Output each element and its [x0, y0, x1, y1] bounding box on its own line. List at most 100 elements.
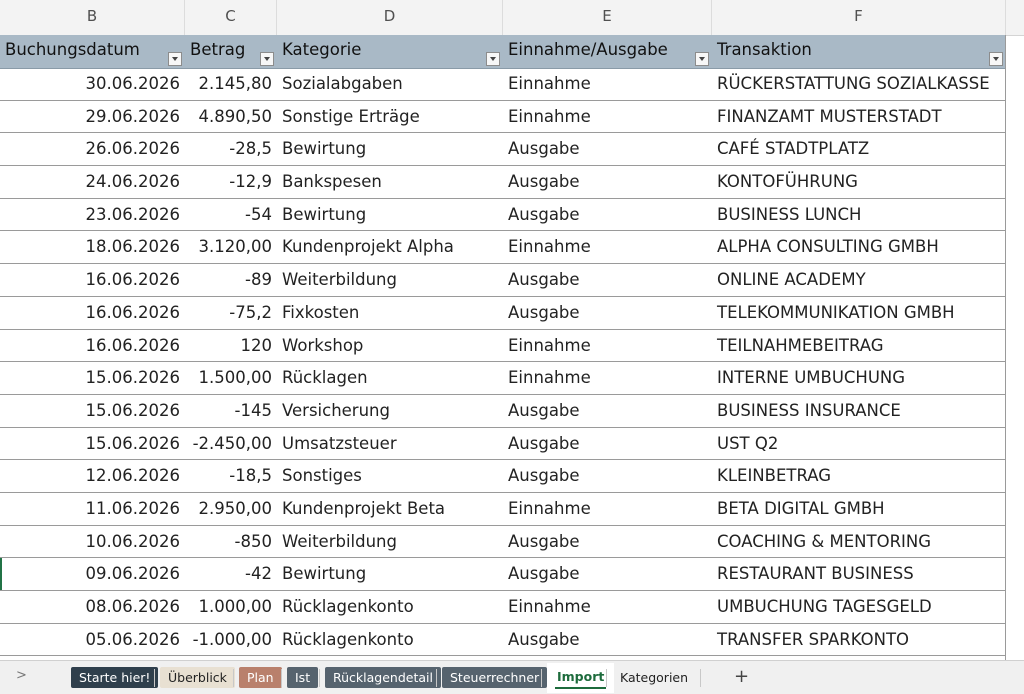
cell-einnahme-ausgabe[interactable]: Einnahme — [503, 493, 712, 525]
cell-betrag[interactable]: -54 — [185, 199, 277, 231]
sheet-tab-plan[interactable]: Plan — [239, 667, 282, 688]
cell-transaktion[interactable]: INTERNE UMBUCHUNG — [712, 362, 1006, 394]
filter-dropdown-icon[interactable] — [695, 52, 709, 66]
cell-transaktion[interactable]: BETA DIGITAL GMBH — [712, 493, 1006, 525]
sheet-tab-steuerrechner[interactable]: Steuerrechner — [442, 667, 548, 688]
add-sheet-icon[interactable]: + — [734, 666, 749, 687]
cell-buchungsdatum[interactable]: 16.06.2026 — [0, 297, 185, 329]
cell-kategorie[interactable]: Rücklagen — [277, 362, 503, 394]
cell-kategorie[interactable]: Rücklagenkonto — [277, 624, 503, 656]
cell-transaktion[interactable]: FINANZAMT MUSTERSTADT — [712, 101, 1006, 133]
cell-einnahme-ausgabe[interactable]: Ausgabe — [503, 395, 712, 427]
header-betrag[interactable]: Betrag — [185, 35, 277, 68]
header-einnahme-ausgabe[interactable]: Einnahme/Ausgabe — [503, 35, 712, 68]
cell-kategorie[interactable]: Weiterbildung — [277, 526, 503, 558]
cell-einnahme-ausgabe[interactable]: Ausgabe — [503, 264, 712, 296]
cell-einnahme-ausgabe[interactable]: Einnahme — [503, 591, 712, 623]
cell-transaktion[interactable]: TEILNAHMEBEITRAG — [712, 330, 1006, 362]
cell-buchungsdatum[interactable]: 09.06.2026 — [0, 558, 185, 590]
cell-betrag[interactable]: -12,9 — [185, 166, 277, 198]
cell-buchungsdatum[interactable]: 10.06.2026 — [0, 526, 185, 558]
cell-buchungsdatum[interactable]: 15.06.2026 — [0, 395, 185, 427]
sheet-tab-überblick[interactable]: Überblick — [160, 667, 235, 688]
cell-kategorie[interactable]: Kundenprojekt Alpha — [277, 231, 503, 263]
cell-buchungsdatum[interactable]: 15.06.2026 — [0, 362, 185, 394]
cell-kategorie[interactable]: Sonstiges — [277, 460, 503, 492]
cell-kategorie[interactable]: Rücklagenkonto — [277, 591, 503, 623]
cell-einnahme-ausgabe[interactable]: Einnahme — [503, 362, 712, 394]
cell-betrag[interactable]: -18,5 — [185, 460, 277, 492]
column-header-f[interactable]: F — [712, 0, 1006, 35]
sheet-tab-rücklagendetail[interactable]: Rücklagendetail — [325, 667, 441, 688]
cell-einnahme-ausgabe[interactable]: Einnahme — [503, 101, 712, 133]
cell-einnahme-ausgabe[interactable]: Einnahme — [503, 68, 712, 100]
filter-dropdown-icon[interactable] — [989, 52, 1003, 66]
cell-buchungsdatum[interactable]: 29.06.2026 — [0, 101, 185, 133]
cell-kategorie[interactable]: Bewirtung — [277, 199, 503, 231]
cell-buchungsdatum[interactable]: 08.06.2026 — [0, 591, 185, 623]
cell-transaktion[interactable]: BUSINESS LUNCH — [712, 199, 1006, 231]
sheet-tab-import[interactable]: Import — [547, 663, 615, 693]
cell-buchungsdatum[interactable]: 30.06.2026 — [0, 68, 185, 100]
cell-betrag[interactable]: -75,2 — [185, 297, 277, 329]
cell-transaktion[interactable]: UST Q2 — [712, 428, 1006, 460]
cell-einnahme-ausgabe[interactable]: Ausgabe — [503, 133, 712, 165]
cell-buchungsdatum[interactable]: 15.06.2026 — [0, 428, 185, 460]
header-transaktion[interactable]: Transaktion — [712, 35, 1006, 68]
cell-kategorie[interactable]: Versicherung — [277, 395, 503, 427]
cell-kategorie[interactable]: Bewirtung — [277, 558, 503, 590]
cell-buchungsdatum[interactable]: 12.06.2026 — [0, 460, 185, 492]
cell-kategorie[interactable]: Kundenprojekt Beta — [277, 493, 503, 525]
cell-transaktion[interactable]: KONTOFÜHRUNG — [712, 166, 1006, 198]
cell-betrag[interactable]: -28,5 — [185, 133, 277, 165]
cell-betrag[interactable]: 4.890,50 — [185, 101, 277, 133]
cell-betrag[interactable]: 1.000,00 — [185, 591, 277, 623]
cell-einnahme-ausgabe[interactable]: Einnahme — [503, 231, 712, 263]
cell-kategorie[interactable]: Umsatzsteuer — [277, 428, 503, 460]
cell-einnahme-ausgabe[interactable]: Ausgabe — [503, 297, 712, 329]
cell-transaktion[interactable]: BUSINESS INSURANCE — [712, 395, 1006, 427]
sheet-tab-ist[interactable]: Ist — [287, 667, 319, 688]
cell-buchungsdatum[interactable]: 18.06.2026 — [0, 231, 185, 263]
cell-einnahme-ausgabe[interactable]: Ausgabe — [503, 166, 712, 198]
cell-kategorie[interactable]: Sonstige Erträge — [277, 101, 503, 133]
column-header-d[interactable]: D — [277, 0, 503, 35]
cell-betrag[interactable]: 120 — [185, 330, 277, 362]
cell-buchungsdatum[interactable]: 16.06.2026 — [0, 330, 185, 362]
cell-betrag[interactable]: 1.500,00 — [185, 362, 277, 394]
cell-betrag[interactable]: -1.000,00 — [185, 624, 277, 656]
cell-buchungsdatum[interactable]: 26.06.2026 — [0, 133, 185, 165]
cell-kategorie[interactable]: Bankspesen — [277, 166, 503, 198]
cell-einnahme-ausgabe[interactable]: Einnahme — [503, 330, 712, 362]
cell-buchungsdatum[interactable]: 23.06.2026 — [0, 199, 185, 231]
cell-buchungsdatum[interactable]: 05.06.2026 — [0, 624, 185, 656]
cell-transaktion[interactable]: RESTAURANT BUSINESS — [712, 558, 1006, 590]
cell-betrag[interactable]: 2.145,80 — [185, 68, 277, 100]
cell-kategorie[interactable]: Workshop — [277, 330, 503, 362]
cell-einnahme-ausgabe[interactable]: Ausgabe — [503, 558, 712, 590]
cell-einnahme-ausgabe[interactable]: Ausgabe — [503, 526, 712, 558]
cell-kategorie[interactable]: Weiterbildung — [277, 264, 503, 296]
header-kategorie[interactable]: Kategorie — [277, 35, 503, 68]
cell-transaktion[interactable]: KLEINBETRAG — [712, 460, 1006, 492]
cell-kategorie[interactable]: Sozialabgaben — [277, 68, 503, 100]
filter-dropdown-icon[interactable] — [486, 52, 500, 66]
cell-betrag[interactable]: -2.450,00 — [185, 428, 277, 460]
cell-buchungsdatum[interactable]: 11.06.2026 — [0, 493, 185, 525]
cell-einnahme-ausgabe[interactable]: Ausgabe — [503, 199, 712, 231]
column-header-c[interactable]: C — [185, 0, 277, 35]
cell-einnahme-ausgabe[interactable]: Ausgabe — [503, 428, 712, 460]
cell-kategorie[interactable]: Fixkosten — [277, 297, 503, 329]
cell-transaktion[interactable]: ALPHA CONSULTING GMBH — [712, 231, 1006, 263]
filter-dropdown-icon[interactable] — [260, 52, 274, 66]
cell-transaktion[interactable]: TELEKOMMUNIKATION GMBH — [712, 297, 1006, 329]
filter-dropdown-icon[interactable] — [168, 52, 182, 66]
tab-scroll-right-icon[interactable]: > — [16, 668, 27, 683]
cell-betrag[interactable]: -89 — [185, 264, 277, 296]
cell-transaktion[interactable]: RÜCKERSTATTUNG SOZIALKASSE — [712, 68, 1006, 100]
sheet-tab-starte-hier[interactable]: Starte hier! — [71, 667, 159, 688]
sheet-tab-kategorien[interactable]: Kategorien — [612, 667, 696, 688]
cell-transaktion[interactable]: COACHING & MENTORING — [712, 526, 1006, 558]
column-header-b[interactable]: B — [0, 0, 185, 35]
cell-einnahme-ausgabe[interactable]: Ausgabe — [503, 460, 712, 492]
